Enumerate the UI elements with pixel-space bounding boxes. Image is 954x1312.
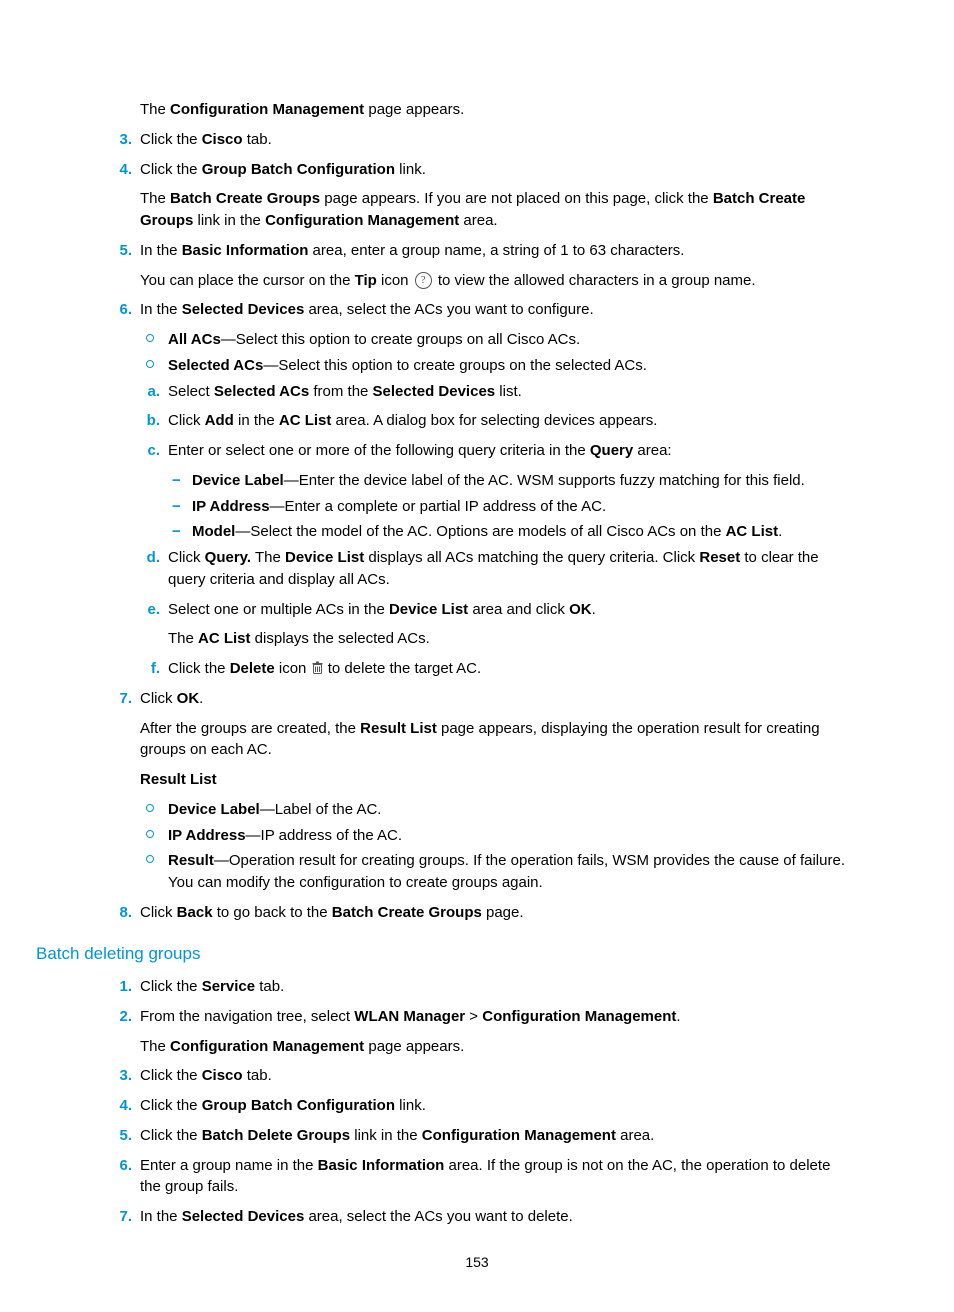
- alpha-d: d. Click Query. The Device List displays…: [140, 547, 846, 591]
- step-text: Click the Group Batch Configuration link…: [140, 1095, 846, 1117]
- step-marker: 8.: [108, 902, 132, 924]
- step-list-2: 1. Click the Service tab. 2. From the nav…: [108, 976, 846, 1228]
- step-5: 5. In the Basic Information area, enter …: [108, 240, 846, 292]
- subhead: Result List: [140, 769, 846, 791]
- step-text: Enter a group name in the Basic Informat…: [140, 1155, 846, 1199]
- section-heading-batch-deleting: Batch deleting groups: [36, 942, 846, 967]
- alpha-e: e. Select one or multiple ACs in the Dev…: [140, 599, 846, 651]
- step-3: 3. Click the Cisco tab.: [108, 129, 846, 151]
- alpha-text: Click the Delete icon to delete the targ…: [168, 658, 846, 680]
- step-list-1: The Configuration Management page appear…: [108, 99, 846, 121]
- step-4: 4. Click the Group Batch Configuration l…: [108, 159, 846, 232]
- step-marker: 5.: [108, 1125, 132, 1147]
- step-text: Click the Group Batch Configuration link…: [140, 159, 846, 181]
- alpha-para: The AC List displays the selected ACs.: [168, 628, 846, 650]
- step-text: In the Selected Devices area, select the…: [140, 1206, 846, 1228]
- bullet-item: Result—Operation result for creating gro…: [140, 850, 846, 894]
- step-2: 2. From the navigation tree, select WLAN…: [108, 1006, 846, 1058]
- alpha-marker: a.: [140, 381, 160, 403]
- step-text: Click the Service tab.: [140, 976, 846, 998]
- step-marker: 2.: [108, 1006, 132, 1028]
- dash-icon: −: [172, 521, 181, 543]
- step-para: The Configuration Management page appear…: [140, 1036, 846, 1058]
- step-1: 1. Click the Service tab.: [108, 976, 846, 998]
- alpha-b: b. Click Add in the AC List area. A dial…: [140, 410, 846, 432]
- continuation-text: The Configuration Management page appear…: [140, 99, 846, 121]
- step-text: From the navigation tree, select WLAN Ma…: [140, 1006, 846, 1028]
- step-para: After the groups are created, the Result…: [140, 718, 846, 762]
- alpha-marker: c.: [140, 440, 160, 462]
- alpha-text: Select Selected ACs from the Selected De…: [168, 381, 846, 403]
- dash-icon: −: [172, 470, 181, 492]
- alpha-text: Click Add in the AC List area. A dialog …: [168, 410, 846, 432]
- step-6: 6. Enter a group name in the Basic Inform…: [108, 1155, 846, 1199]
- step-7: 7. In the Selected Devices area, select t…: [108, 1206, 846, 1228]
- step-7: 7. Click OK. After the groups are create…: [108, 688, 846, 894]
- alpha-marker: b.: [140, 410, 160, 432]
- alpha-marker: f.: [140, 658, 160, 680]
- step-5: 5. Click the Batch Delete Groups link in …: [108, 1125, 846, 1147]
- step-text: Click the Cisco tab.: [140, 129, 846, 151]
- step-marker: 6.: [108, 1155, 132, 1177]
- step-marker: 6.: [108, 299, 132, 321]
- page-content: The Configuration Management page appear…: [0, 0, 954, 1312]
- step-marker: 1.: [108, 976, 132, 998]
- trash-icon: [311, 660, 324, 677]
- circle-bullet-icon: [146, 855, 154, 863]
- step-8: 8. Click Back to go back to the Batch Cr…: [108, 902, 846, 924]
- bullet-list: Device Label—Label of the AC. IP Address…: [140, 799, 846, 894]
- bullet-list: All ACs—Select this option to create gro…: [140, 329, 846, 377]
- step-marker: 4.: [108, 1095, 132, 1117]
- dash-list: −Device Label—Enter the device label of …: [168, 470, 846, 543]
- step-text: Click OK.: [140, 688, 846, 710]
- bullet-item: Selected ACs—Select this option to creat…: [140, 355, 846, 377]
- dash-item: −Device Label—Enter the device label of …: [168, 470, 846, 492]
- step-text: In the Selected Devices area, select the…: [140, 299, 846, 321]
- circle-bullet-icon: [146, 804, 154, 812]
- step-text: Click the Cisco tab.: [140, 1065, 846, 1087]
- bullet-item: Device Label—Label of the AC.: [140, 799, 846, 821]
- step-6: 6. In the Selected Devices area, select …: [108, 299, 846, 680]
- step-para: You can place the cursor on the Tip icon…: [140, 270, 846, 292]
- step-marker: 5.: [108, 240, 132, 262]
- dash-icon: −: [172, 496, 181, 518]
- step-marker: 7.: [108, 1206, 132, 1228]
- tip-icon: ?: [415, 272, 432, 289]
- dash-item: −Model—Select the model of the AC. Optio…: [168, 521, 846, 543]
- alpha-text: Click Query. The Device List displays al…: [168, 547, 846, 591]
- page-number: 153: [108, 1252, 846, 1272]
- alpha-f: f. Click the Delete icon to delete the t…: [140, 658, 846, 680]
- step-text: In the Basic Information area, enter a g…: [140, 240, 846, 262]
- step-marker: 7.: [108, 688, 132, 710]
- step-text: Click Back to go back to the Batch Creat…: [140, 902, 846, 924]
- alpha-a: a. Select Selected ACs from the Selected…: [140, 381, 846, 403]
- step-text: Click the Batch Delete Groups link in th…: [140, 1125, 846, 1147]
- dash-item: −IP Address—Enter a complete or partial …: [168, 496, 846, 518]
- alpha-text: Select one or multiple ACs in the Device…: [168, 599, 846, 621]
- step-4: 4. Click the Group Batch Configuration li…: [108, 1095, 846, 1117]
- alpha-text: Enter or select one or more of the follo…: [168, 440, 846, 462]
- alpha-c: c. Enter or select one or more of the fo…: [140, 440, 846, 543]
- step-para: The Batch Create Groups page appears. If…: [140, 188, 846, 232]
- alpha-marker: e.: [140, 599, 160, 621]
- step-3: 3. Click the Cisco tab.: [108, 1065, 846, 1087]
- step-marker: 4.: [108, 159, 132, 181]
- circle-bullet-icon: [146, 360, 154, 368]
- circle-bullet-icon: [146, 830, 154, 838]
- bullet-item: All ACs—Select this option to create gro…: [140, 329, 846, 351]
- step-marker: 3.: [108, 129, 132, 151]
- step-list-1-cont: 3. Click the Cisco tab. 4. Click the Gro…: [108, 129, 846, 924]
- step-marker: 3.: [108, 1065, 132, 1087]
- alpha-list: a. Select Selected ACs from the Selected…: [140, 381, 846, 680]
- bullet-item: IP Address—IP address of the AC.: [140, 825, 846, 847]
- circle-bullet-icon: [146, 334, 154, 342]
- alpha-marker: d.: [140, 547, 160, 569]
